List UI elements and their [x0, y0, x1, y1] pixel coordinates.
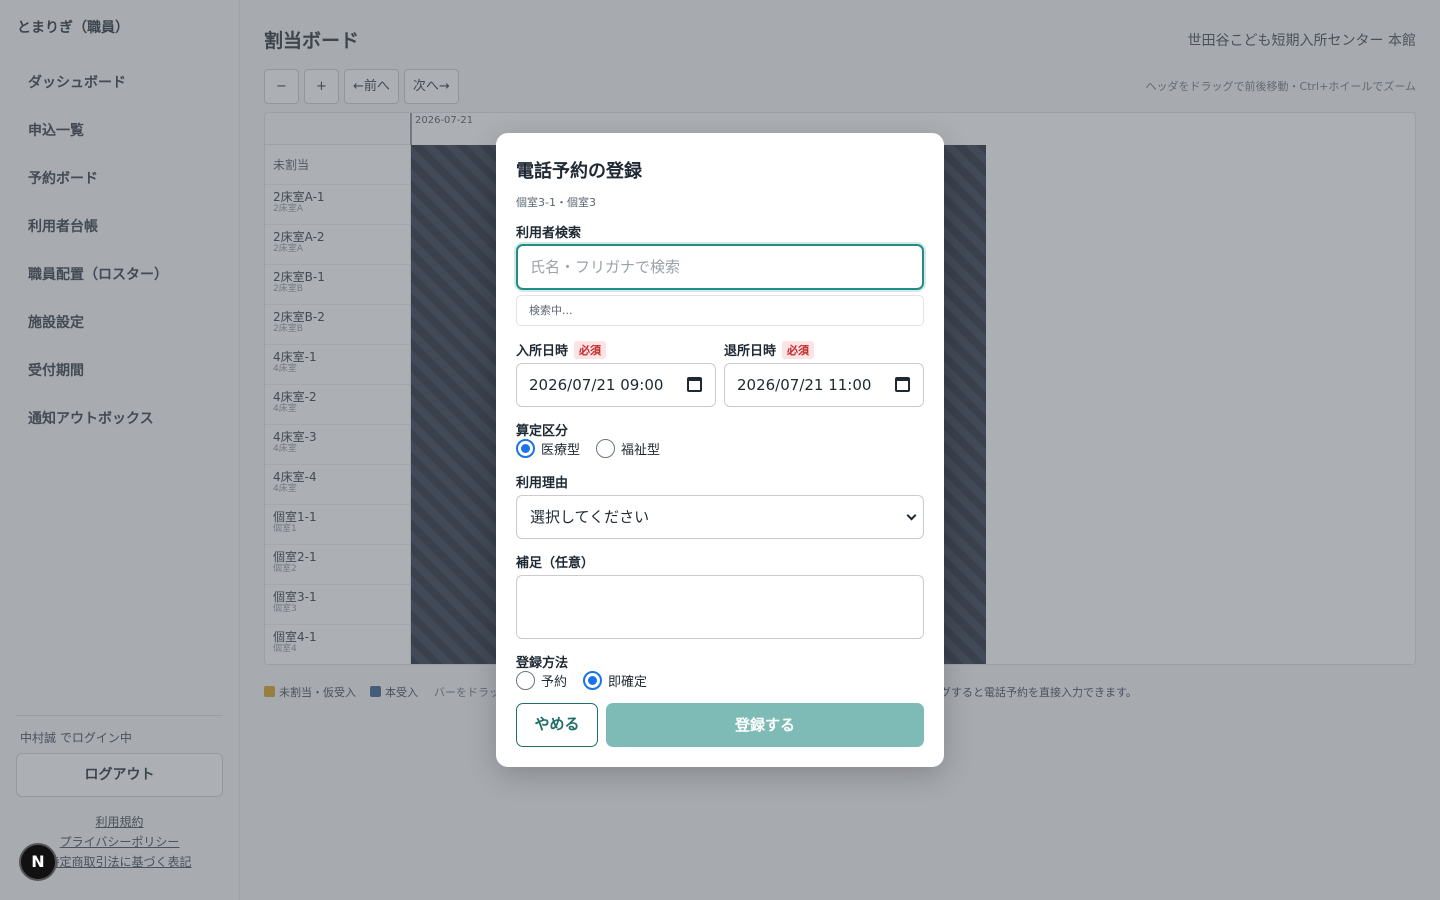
note-label: 補足（任意）: [516, 552, 594, 571]
method-option-reserve[interactable]: 予約: [516, 671, 567, 690]
reason-label-text: 利用理由: [516, 476, 569, 491]
calendar-icon[interactable]: [687, 377, 702, 392]
cancel-button[interactable]: やめる: [516, 703, 598, 747]
note-label-text: 補足（任意）: [516, 556, 595, 571]
checkout-label: 退所日時 必須: [724, 340, 815, 359]
dialog-title: 電話予約の登録: [516, 161, 642, 182]
method-label: 登録方法: [516, 652, 568, 671]
chevron-down-icon: [906, 510, 917, 521]
checkin-datetime-input[interactable]: 2026/07/21 09:00: [516, 363, 716, 407]
radio-unselected[interactable]: [596, 439, 616, 458]
phone-reservation-dialog: 電話予約の登録 個室3-1・個室3 利用者検索 検索中... 入所日時必須 退所…: [496, 133, 944, 767]
category-label: 算定区分: [516, 420, 568, 439]
category-option-medical[interactable]: 医療型: [516, 439, 580, 458]
calendar-icon[interactable]: [895, 377, 910, 392]
category-option-label: 福祉型: [621, 443, 661, 458]
category-option-label: 医療型: [541, 443, 581, 458]
category-radio-group: 医療型 福祉型: [516, 439, 676, 458]
reason-label: 利用理由: [516, 472, 568, 491]
checkout-value: 2026/07/21 11:00: [737, 376, 872, 394]
checkin-value: 2026/07/21 09:00: [529, 376, 664, 394]
method-radio-group: 予約 即確定: [516, 671, 663, 690]
note-textarea[interactable]: [516, 575, 924, 639]
radio-selected[interactable]: [583, 671, 603, 690]
checkout-label-text: 退所日時: [724, 344, 777, 359]
method-option-label: 予約: [541, 675, 568, 690]
radio-selected[interactable]: [516, 439, 535, 458]
required-badge: 必須: [574, 340, 607, 359]
user-search-label-text: 利用者検索: [516, 226, 582, 241]
checkin-label-text: 入所日時: [516, 344, 569, 359]
dialog-subtitle: 個室3-1・個室3: [516, 196, 596, 209]
radio-unselected[interactable]: [516, 671, 535, 690]
dev-tools-badge[interactable]: N: [19, 843, 57, 881]
submit-button[interactable]: 登録する: [606, 703, 924, 747]
checkin-label: 入所日時 必須: [516, 340, 607, 359]
method-option-label: 即確定: [608, 675, 648, 690]
reason-value: 選択してください: [530, 508, 650, 526]
user-search-input[interactable]: [516, 244, 924, 290]
method-option-confirm[interactable]: 即確定: [583, 671, 647, 690]
user-search-label: 利用者検索: [516, 222, 581, 241]
search-status: 検索中...: [516, 295, 924, 326]
reason-select[interactable]: 選択してください: [516, 495, 924, 539]
category-option-welfare[interactable]: 福祉型: [596, 439, 660, 458]
category-label-text: 算定区分: [516, 424, 569, 439]
method-label-text: 登録方法: [516, 656, 569, 671]
required-badge: 必須: [782, 340, 815, 359]
checkout-datetime-input[interactable]: 2026/07/21 11:00: [724, 363, 924, 407]
